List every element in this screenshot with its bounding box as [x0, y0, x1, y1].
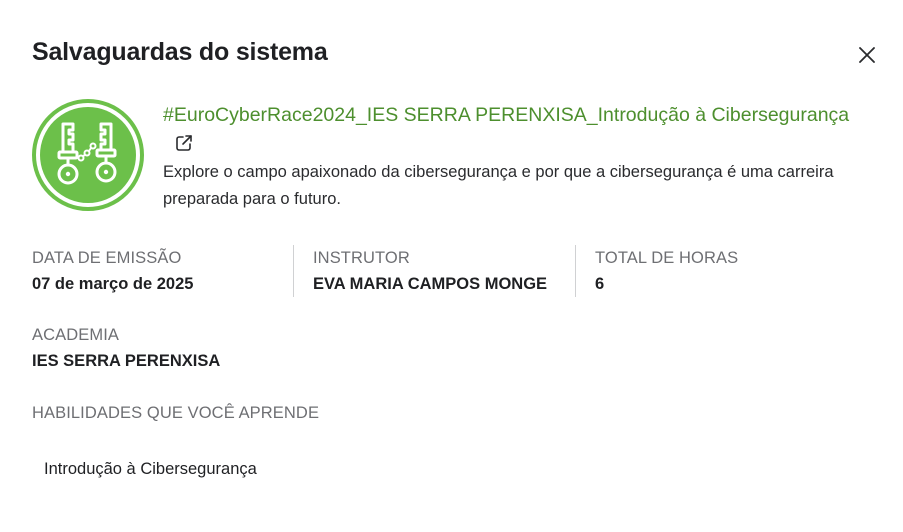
divider [293, 245, 294, 297]
skill-item: Introdução à Cibersegurança [44, 460, 257, 478]
close-button[interactable] [852, 40, 882, 70]
issue-date-value: 07 de março de 2025 [32, 275, 194, 293]
academy-value: IES SERRA PERENXISA [32, 352, 221, 370]
close-icon [859, 47, 875, 63]
instructor-value: EVA MARIA CAMPOS MONGE [313, 275, 548, 293]
total-hours-value: 6 [595, 275, 605, 293]
course-description: Explore o campo apaixonado da cibersegur… [163, 163, 834, 208]
academy-label: ACADEMIA [32, 326, 119, 344]
keys-badge-icon [32, 99, 144, 211]
dialog-title: Salvaguardas do sistema [32, 38, 328, 66]
external-link-icon [176, 135, 192, 151]
total-hours-label: TOTAL DE HORAS [595, 249, 739, 267]
issue-date-label: DATA DE EMISSÃO [32, 249, 182, 267]
certificate-dialog: Salvaguardas do sistema #EuroCyberRace20… [0, 0, 903, 532]
course-title-link[interactable]: #EuroCyberRace2024_IES SERRA PERENXISA_I… [163, 102, 883, 128]
course-badge [31, 98, 145, 212]
skills-label: HABILIDADES QUE VOCÊ APRENDE [32, 404, 320, 422]
instructor-label: INSTRUTOR [313, 249, 410, 267]
external-link-button[interactable] [174, 133, 194, 153]
divider [575, 245, 576, 297]
